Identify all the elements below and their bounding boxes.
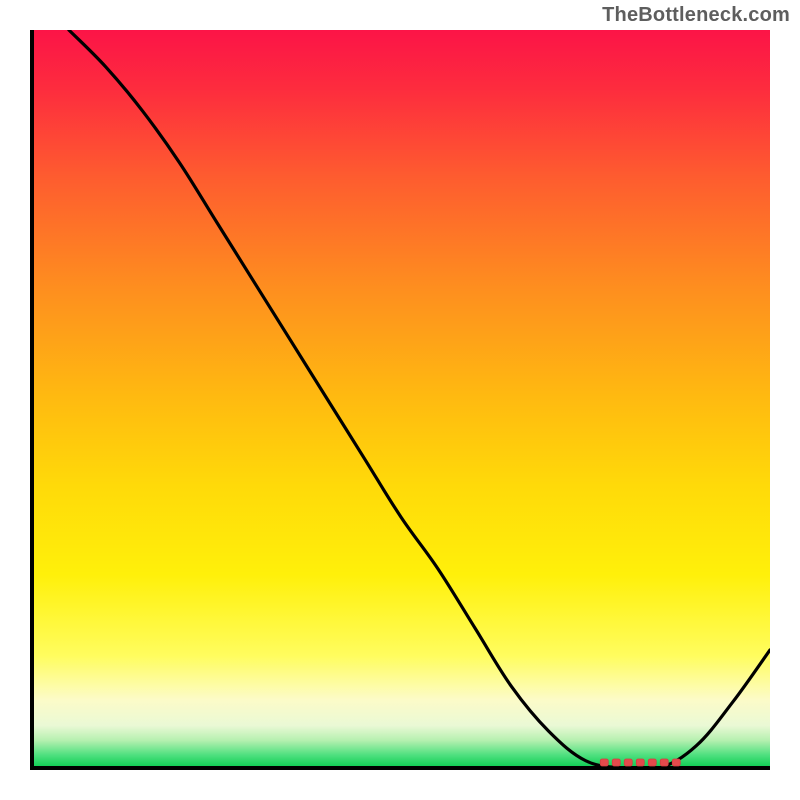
minimum-marker-segment — [648, 759, 656, 766]
minimum-marker-segment — [612, 759, 620, 766]
minimum-marker-segment — [636, 759, 644, 766]
minimum-marker-segment — [660, 759, 668, 766]
chart-svg — [30, 30, 770, 770]
chart-plot-area — [30, 30, 770, 770]
minimum-marker-segment — [624, 759, 632, 766]
watermark-text: TheBottleneck.com — [602, 4, 790, 27]
minimum-marker-segment — [672, 759, 680, 766]
heat-gradient-background — [32, 30, 770, 766]
minimum-marker — [600, 759, 680, 766]
chart-frame: TheBottleneck.com — [0, 0, 800, 800]
minimum-marker-segment — [600, 759, 608, 766]
